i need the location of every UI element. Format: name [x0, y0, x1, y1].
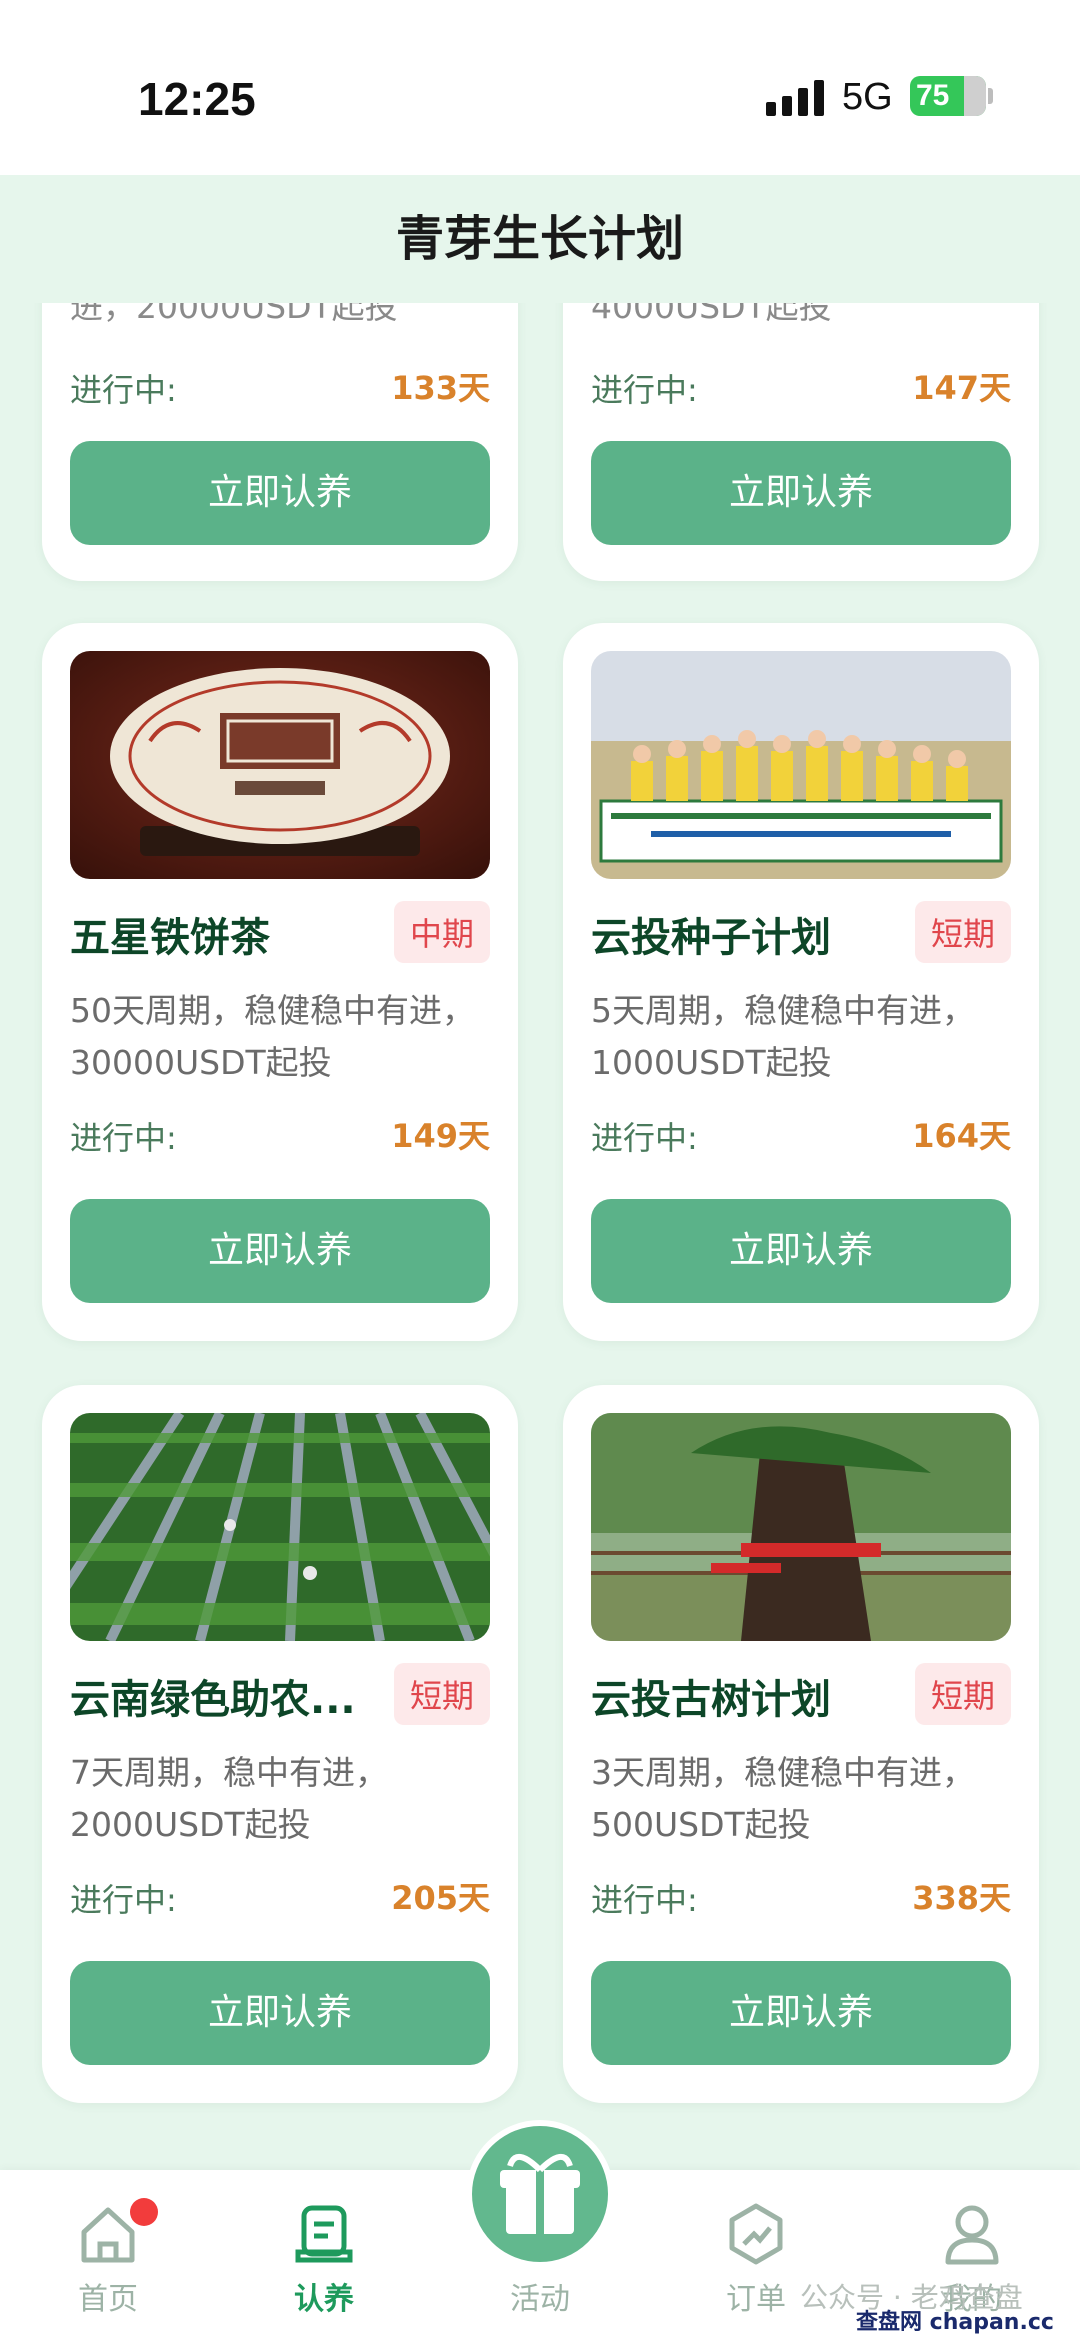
term-badge: 中期: [393, 901, 490, 963]
watermark-site: 查盘网 chapan.cc: [856, 2310, 1054, 2335]
signal-icon: [766, 80, 824, 116]
adopt-button[interactable]: 立即认养: [70, 441, 490, 545]
tea-cake-image: [70, 651, 490, 879]
card-days: 164天: [912, 1117, 1011, 1155]
card-description: 5天周期，稳健稳中有进，1000USDT起投: [591, 991, 975, 1082]
card-days: 133天: [391, 369, 490, 407]
product-card[interactable]: 五星铁饼茶 中期 50天周期，稳健稳中有进，30000USDT起投 进行中: 1…: [42, 623, 518, 1341]
adopt-button[interactable]: 立即认养: [70, 1199, 490, 1303]
term-badge: 短期: [914, 1663, 1011, 1725]
tab-label: 首页: [78, 2282, 138, 2317]
card-status-label: 进行中:: [591, 371, 698, 409]
product-card[interactable]: 云投种子计划 短期 5天周期，稳健稳中有进，1000USDT起投 进行中: 16…: [563, 623, 1039, 1341]
card-days: 338天: [912, 1879, 1011, 1917]
status-bar: 12:25 5G 75: [0, 0, 1080, 175]
tab-label: 活动: [510, 2282, 570, 2317]
ancient-tree-image: [591, 1413, 1011, 1641]
tab-adopt[interactable]: 认养: [254, 2170, 394, 2345]
card-status-label: 进行中:: [70, 371, 177, 409]
product-card[interactable]: 云南绿色助农... 短期 7天周期，稳中有进，2000USDT起投 进行中: 2…: [42, 1385, 518, 2103]
card-days: 149天: [391, 1117, 490, 1155]
term-badge: 短期: [393, 1663, 490, 1725]
card-description: 进，20000USDT起投: [70, 303, 398, 326]
product-card-partial-2: 4000USDT起投 进行中: 147天 立即认养: [563, 303, 1039, 581]
card-days: 205天: [391, 1879, 490, 1917]
battery-empty-part: [964, 76, 986, 116]
tab-label: 认养: [294, 2282, 354, 2317]
card-title: 云投古树计划: [591, 1677, 831, 1723]
gift-icon: [500, 2154, 580, 2234]
profile-icon: [945, 2205, 999, 2265]
tab-order[interactable]: 订单: [686, 2170, 826, 2345]
adopt-button[interactable]: 立即认养: [70, 1961, 490, 2065]
home-icon: [81, 2207, 135, 2263]
network-label: 5G: [842, 76, 893, 118]
card-status-label: 进行中:: [591, 1119, 698, 1157]
battery-tip: [988, 88, 993, 104]
adopt-button[interactable]: 立即认养: [591, 441, 1011, 545]
card-description: 50天周期，稳健稳中有进，30000USDT起投: [70, 991, 475, 1082]
card-description: 3天周期，稳健稳中有进，500USDT起投: [591, 1753, 975, 1844]
page-title: 青芽生长计划: [0, 175, 1080, 303]
card-title: 五星铁饼茶: [70, 915, 270, 961]
adopt-button[interactable]: 立即认养: [591, 1199, 1011, 1303]
adopt-button[interactable]: 立即认养: [591, 1961, 1011, 2065]
card-status-label: 进行中:: [591, 1881, 698, 1919]
product-card[interactable]: 云投古树计划 短期 3天周期，稳健稳中有进，500USDT起投 进行中: 338…: [563, 1385, 1039, 2103]
card-status-label: 进行中:: [70, 1881, 177, 1919]
card-title: 云南绿色助农...: [70, 1677, 356, 1723]
product-card-partial-1: 进，20000USDT起投 进行中: 133天 立即认养: [42, 303, 518, 581]
card-description: 4000USDT起投: [591, 303, 832, 326]
activity-button[interactable]: [466, 2120, 614, 2268]
order-icon: [729, 2203, 783, 2265]
notification-dot: [130, 2198, 158, 2226]
card-days: 147天: [912, 369, 1011, 407]
adopt-icon: [295, 2205, 353, 2263]
product-grid: 进，20000USDT起投 进行中: 133天 立即认养 4000USDT起投 …: [0, 303, 1080, 2170]
group-photo-image: [591, 651, 1011, 879]
card-status-label: 进行中:: [70, 1119, 177, 1157]
term-badge: 短期: [914, 901, 1011, 963]
card-title: 云投种子计划: [591, 915, 831, 961]
tea-field-image: [70, 1413, 490, 1641]
card-description: 7天周期，稳中有进，2000USDT起投: [70, 1753, 388, 1844]
tab-home[interactable]: 首页: [38, 2170, 178, 2345]
status-time: 12:25: [138, 73, 256, 125]
